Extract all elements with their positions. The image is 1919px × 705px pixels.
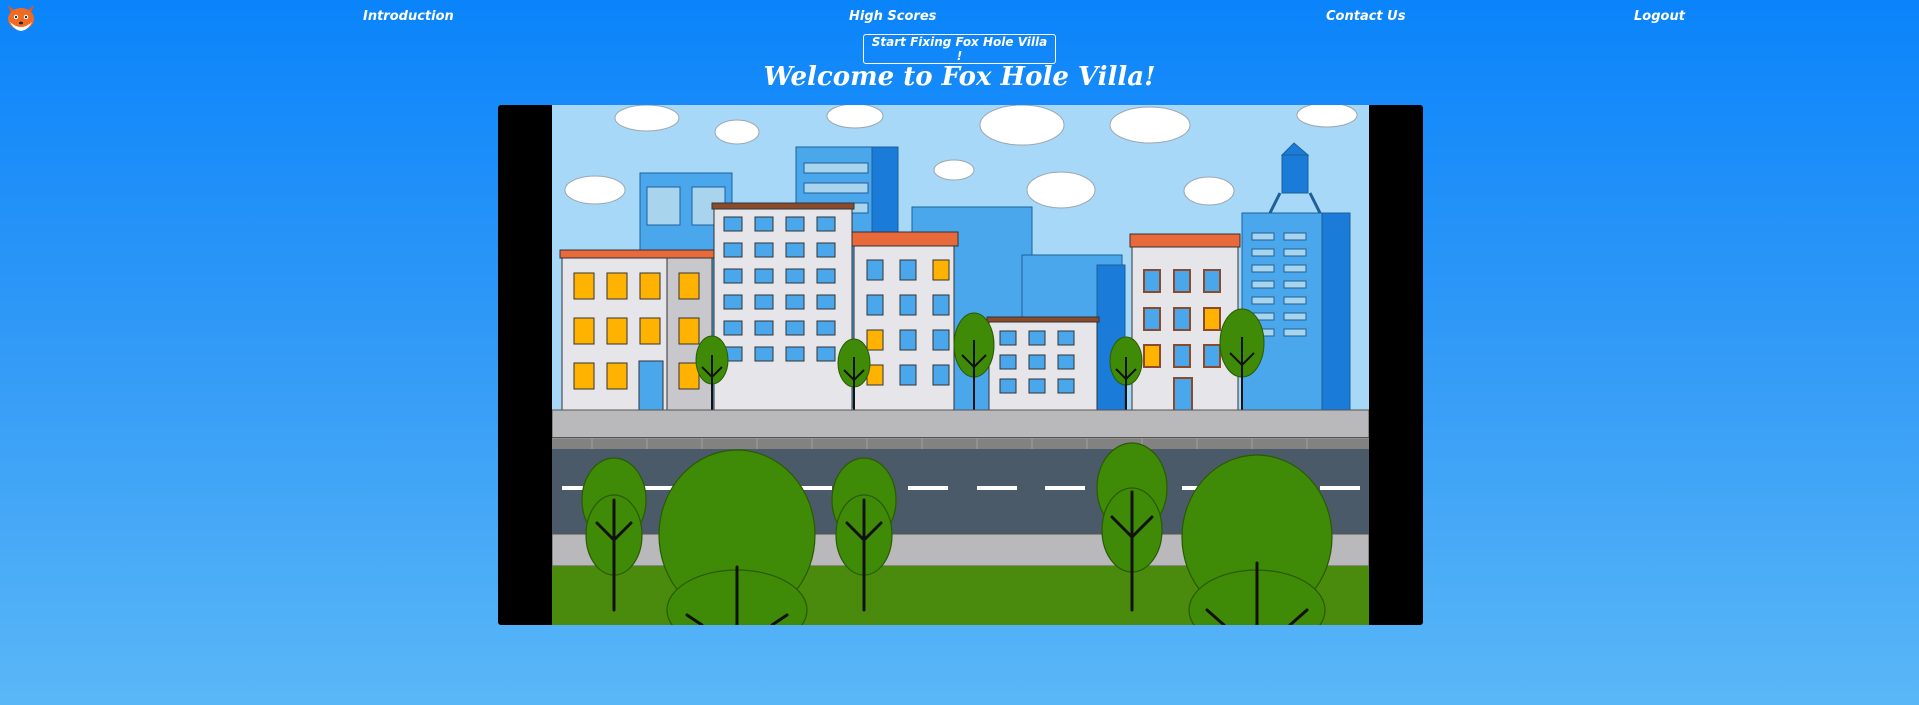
- fox-logo-icon[interactable]: [4, 2, 38, 34]
- game-frame[interactable]: [498, 105, 1423, 625]
- start-fixing-button[interactable]: Start Fixing Fox Hole Villa !: [863, 34, 1056, 64]
- nav-link-contact-us[interactable]: Contact Us: [1326, 9, 1405, 24]
- game-canvas[interactable]: [552, 105, 1369, 625]
- nav-link-logout[interactable]: Logout: [1634, 9, 1685, 24]
- page-title: Welcome to Fox Hole Villa!: [763, 62, 1156, 92]
- nav-link-high-scores[interactable]: High Scores: [849, 9, 936, 24]
- nav-link-introduction[interactable]: Introduction: [363, 9, 454, 24]
